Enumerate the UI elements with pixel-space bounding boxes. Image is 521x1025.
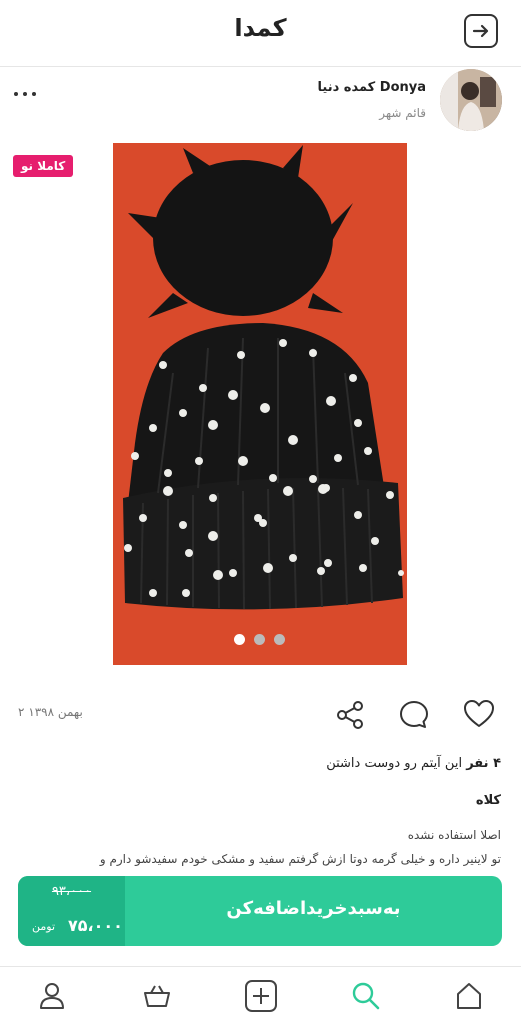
item-description-line-1: اصلا استفاده نشده bbox=[407, 828, 501, 842]
share-icon[interactable] bbox=[334, 699, 366, 731]
home-icon[interactable] bbox=[455, 981, 483, 1011]
add-icon[interactable] bbox=[244, 979, 278, 1013]
app-header: کمدا bbox=[0, 0, 521, 67]
app-title: کمدا bbox=[234, 14, 287, 42]
item-description-line-2: تو لاینیر داره و خیلی گرمه دوتا ازش گرفت… bbox=[99, 852, 501, 866]
new-price: ۷۵،۰۰۰ bbox=[68, 916, 123, 935]
condition-badge: کاملا نو bbox=[13, 155, 74, 177]
seller-name[interactable]: کمده دنیا Donya bbox=[318, 80, 426, 95]
search-icon[interactable] bbox=[350, 980, 382, 1012]
price-currency: تومن bbox=[32, 920, 56, 933]
post-date: ۲ بهمن ۱۳۹۸ bbox=[18, 705, 83, 719]
profile-icon[interactable] bbox=[38, 981, 66, 1011]
bottom-navigation bbox=[0, 966, 521, 1025]
seller-city: قائم شهر bbox=[379, 106, 426, 120]
carousel-dot[interactable] bbox=[254, 634, 265, 645]
likes-text: این آیتم رو دوست داشتن bbox=[326, 756, 467, 771]
more-options-button[interactable] bbox=[13, 84, 39, 104]
comment-icon[interactable] bbox=[398, 699, 430, 731]
add-to-cart-button[interactable]: به‌سبد‌خرید‌اضافه‌کن bbox=[125, 898, 502, 919]
item-title: کلاه bbox=[475, 793, 501, 808]
add-to-cart-bar[interactable]: ۹۳،۰۰۰ ۷۵،۰۰۰ تومن به‌سبد‌خرید‌اضافه‌کن bbox=[18, 876, 502, 946]
price-box: ۹۳،۰۰۰ ۷۵،۰۰۰ تومن bbox=[18, 876, 125, 946]
basket-icon[interactable] bbox=[143, 983, 171, 1009]
seller-avatar[interactable] bbox=[440, 69, 502, 131]
back-button[interactable] bbox=[464, 14, 498, 48]
heart-icon[interactable] bbox=[463, 699, 495, 729]
product-photo[interactable] bbox=[113, 143, 407, 665]
carousel-dot-active[interactable] bbox=[234, 634, 245, 645]
likes-count: ۴ نفر bbox=[466, 756, 501, 771]
old-price: ۹۳،۰۰۰ bbox=[51, 884, 92, 899]
likes-summary[interactable]: ۴ نفر این آیتم رو دوست داشتن bbox=[326, 756, 501, 771]
carousel-dot[interactable] bbox=[274, 634, 285, 645]
arrow-right-icon bbox=[472, 24, 489, 38]
